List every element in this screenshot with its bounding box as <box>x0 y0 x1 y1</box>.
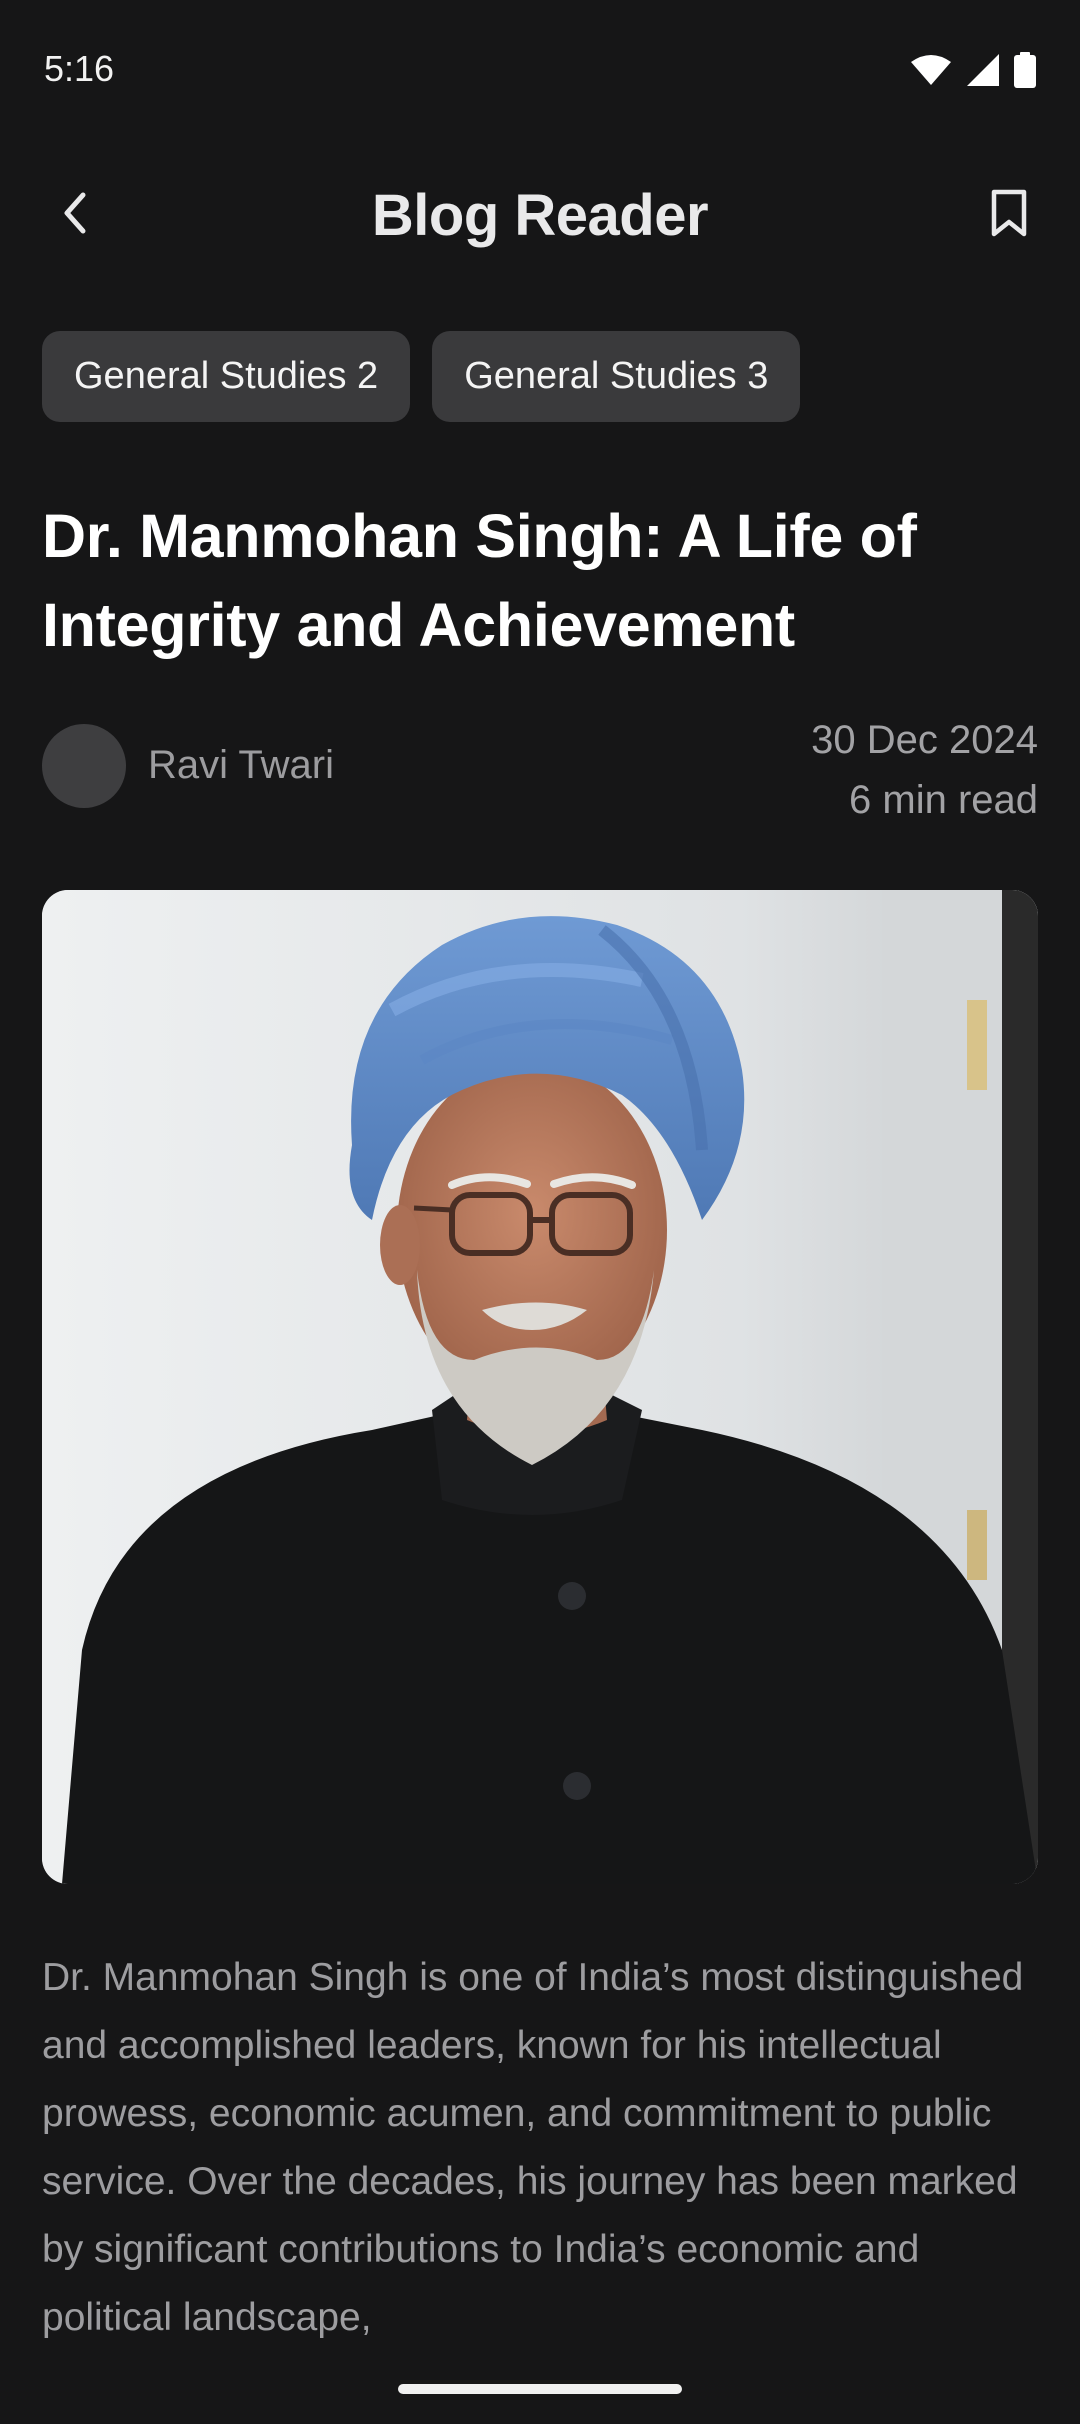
screen: 5:16 Blog Reader General Studies 2 Gener… <box>0 0 1080 2424</box>
app-bar: Blog Reader <box>0 160 1080 270</box>
article-body: Dr. Manmohan Singh is one of India’s mos… <box>42 1956 1024 2339</box>
wifi-icon <box>910 54 952 86</box>
home-indicator[interactable] <box>398 2384 682 2394</box>
article-title-line-1: Dr. Manmohan Singh: A Life of <box>42 502 917 570</box>
tag-list: General Studies 2 General Studies 3 <box>42 331 801 422</box>
signal-icon <box>966 53 1000 87</box>
bookmark-button[interactable] <box>974 180 1044 250</box>
status-time: 5:16 <box>44 48 115 89</box>
hero-image <box>42 890 1038 1884</box>
author-name: Ravi Twari <box>148 743 334 787</box>
article-title-line-2: Integrity and Achievement <box>42 591 795 659</box>
app-title: Blog Reader <box>371 183 709 248</box>
article-meta: 30 Dec 2024 6 min read <box>811 710 1038 830</box>
publish-date: 30 Dec 2024 <box>811 718 1038 762</box>
author-avatar <box>42 724 126 808</box>
battery-icon <box>1014 52 1036 88</box>
tag-general-studies-3[interactable]: General Studies 3 <box>432 331 801 422</box>
article-title: Dr. Manmohan Singh: A Life of Integrity … <box>42 492 1042 670</box>
bookmark-icon <box>989 188 1029 243</box>
read-time: 6 min read <box>849 778 1038 822</box>
tag-general-studies-2[interactable]: General Studies 2 <box>42 331 411 422</box>
status-icons <box>910 52 1036 88</box>
status-bar: 5:16 <box>0 0 1080 130</box>
